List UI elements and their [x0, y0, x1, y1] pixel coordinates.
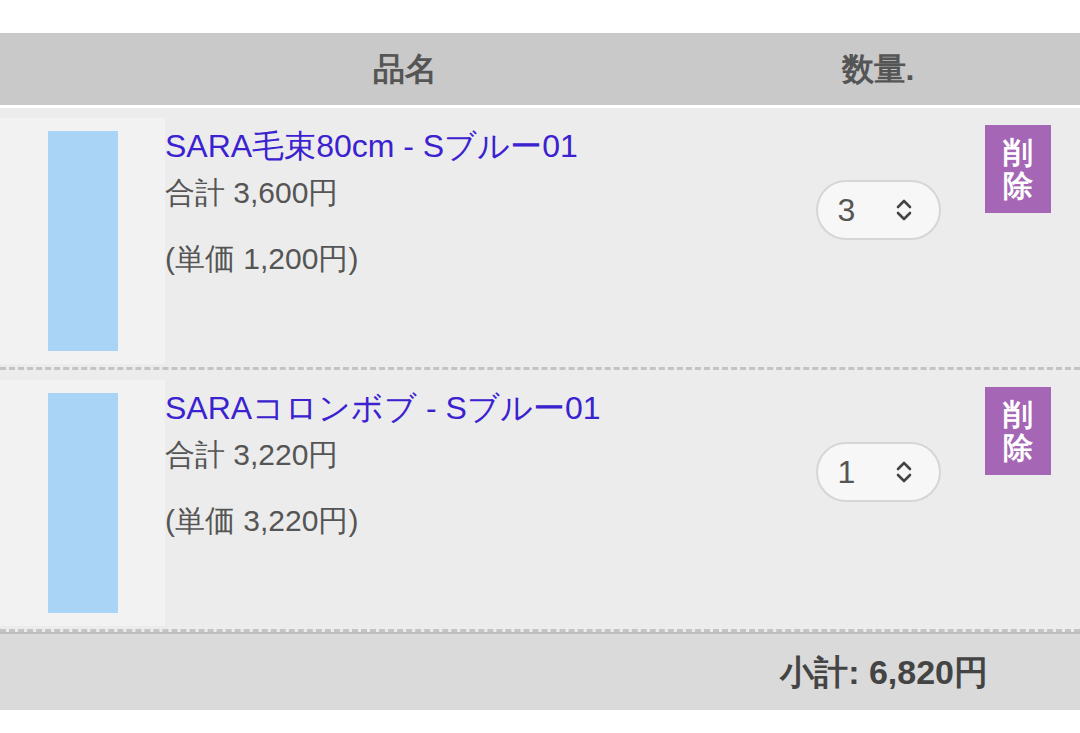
- product-info: SARA毛束80cm - Sブルー01 合計 3,600円 (単価 1,200円): [165, 108, 810, 278]
- subtotal: 小計: 6,820円: [780, 647, 988, 698]
- delete-button[interactable]: 削除: [985, 387, 1051, 475]
- product-name[interactable]: SARAコロンボブ - Sブルー01: [165, 388, 810, 428]
- cart-row: SARA毛束80cm - Sブルー01 合計 3,600円 (単価 1,200円) 3…: [0, 108, 1080, 370]
- up-down-chevron-icon: [893, 197, 915, 223]
- up-down-chevron-icon: [893, 459, 915, 485]
- quantity-select[interactable]: 1: [816, 442, 941, 502]
- product-name[interactable]: SARA毛束80cm - Sブルー01: [165, 126, 810, 166]
- quantity-value: 1: [838, 448, 856, 496]
- quantity-value: 3: [838, 186, 856, 234]
- unit-price: (単価 1,200円): [165, 240, 810, 278]
- subtotal-bar: 小計: 6,820円: [0, 632, 1080, 710]
- product-image[interactable]: [0, 118, 165, 364]
- cart-page: 品名数量.SARA毛束80cm - Sブルー01合計 3,600円(単価 1,2…: [0, 0, 1080, 733]
- unit-price: (単価 3,220円): [165, 502, 810, 540]
- cart-row: SARAコロンボブ - Sブルー01 合計 3,220円 (単価 3,220円) 1 削…: [0, 370, 1080, 632]
- quantity-select[interactable]: 3: [816, 180, 941, 240]
- table-header: 品名数量.: [0, 33, 1080, 105]
- product-info: SARAコロンボブ - Sブルー01 合計 3,220円 (単価 3,220円): [165, 370, 810, 540]
- line-total: 合計 3,220円: [165, 436, 810, 474]
- delete-button[interactable]: 削除: [985, 125, 1051, 213]
- product-image[interactable]: [0, 380, 165, 626]
- column-header: 数量.: [810, 45, 946, 93]
- column-header: 品名: [0, 45, 810, 93]
- line-total: 合計 3,600円: [165, 174, 810, 212]
